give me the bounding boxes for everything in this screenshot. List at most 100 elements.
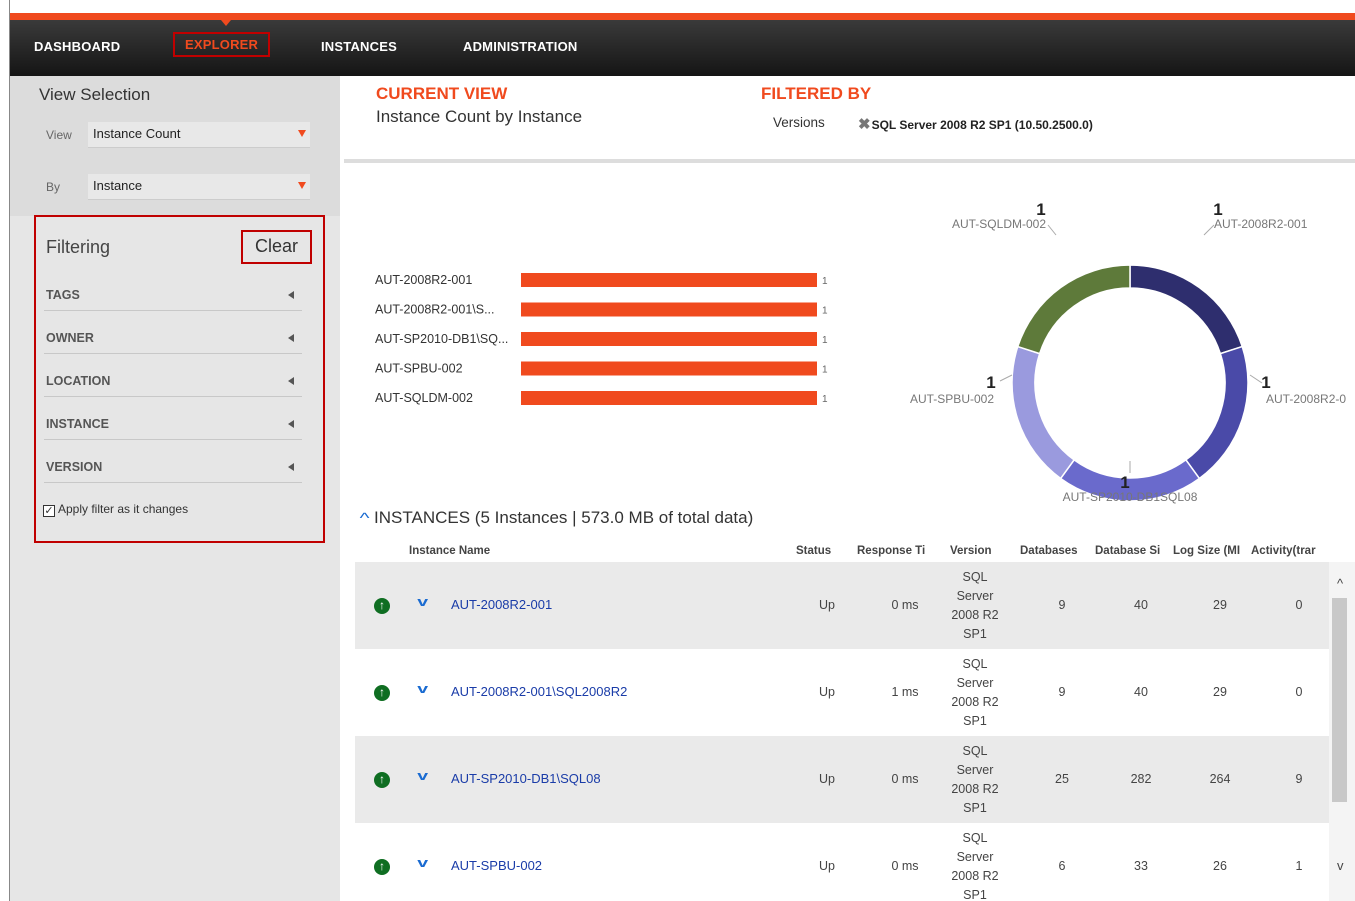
chevron-down-icon[interactable]: v [417, 855, 428, 870]
donut-category-label: AUT-2008R2-0 [1266, 392, 1346, 406]
filtering-panel: Filtering Clear TAGS OWNER LOCATION INST… [34, 215, 325, 543]
apply-filter-option[interactable]: ✓ Apply filter as it changes [43, 502, 188, 517]
caret-left-icon [288, 291, 294, 299]
donut-category-label: AUT-SP2010-DB1SQL08 [1063, 490, 1198, 504]
apply-filter-checkbox[interactable]: ✓ [43, 505, 55, 517]
filter-group-label: VERSION [46, 460, 103, 474]
status-cell: Up [819, 859, 835, 873]
arrow-up-circle-icon: ↑ [374, 859, 390, 875]
instance-name-link[interactable]: AUT-SP2010-DB1\SQL08 [451, 771, 601, 786]
chevron-down-icon[interactable]: v [417, 594, 428, 609]
filter-group-label: INSTANCE [46, 417, 109, 431]
scrollbar-thumb[interactable] [1332, 598, 1347, 802]
column-header-activity[interactable]: Activity(trar [1251, 545, 1333, 557]
column-header-databases[interactable]: Databases [1020, 545, 1094, 557]
instance-name-link[interactable]: AUT-2008R2-001\SQL2008R2 [451, 684, 627, 699]
chevron-down-icon[interactable]: v [417, 768, 428, 783]
column-header-version[interactable]: Version [950, 545, 992, 557]
log-size-cell: 26 [1213, 859, 1227, 873]
table-row[interactable]: ↑ v AUT-SP2010-DB1\SQL08 Up 0 ms SQL Server 200… [355, 736, 1329, 823]
table-row[interactable]: ↑ v AUT-2008R2-001\SQL2008R2 Up 1 ms SQL Serve… [355, 649, 1329, 736]
filter-chip[interactable]: ✖SQL Server 2008 R2 SP1 (10.50.2500.0) [858, 115, 1093, 133]
version-line: Server [956, 589, 994, 603]
column-header-instance-name[interactable]: Instance Name [409, 545, 490, 557]
activity-cell: 1 [1295, 859, 1303, 873]
bar-category-label: AUT-SPBU-002 [375, 362, 463, 376]
nav-explorer[interactable]: EXPLORER [173, 32, 271, 57]
log-size-cell: 29 [1213, 598, 1227, 612]
version-cell: SQL Server 2008 R2 SP1 [943, 568, 1007, 644]
activity-cell: 9 [1295, 772, 1303, 786]
caret-left-icon [288, 420, 294, 428]
column-header-log-size[interactable]: Log Size (MI [1173, 545, 1251, 557]
scroll-down-icon[interactable]: v [1337, 858, 1344, 873]
donut-label-line [999, 374, 1013, 382]
app-frame: DASHBOARD EXPLORER INSTANCES ADMINISTRAT… [9, 0, 1355, 901]
nav-administration[interactable]: ADMINISTRATION [463, 39, 578, 54]
table-scrollbar[interactable]: ^ v [1329, 562, 1355, 901]
response-time-cell: 0 ms [891, 598, 919, 612]
table-row[interactable]: ↑ v AUT-SPBU-002 Up 0 ms SQL Server 2008 R2 SP1 6… [355, 823, 1329, 901]
donut-category-label: AUT-2008R2-001 [1214, 217, 1308, 231]
bar-value-label: 1 [822, 276, 828, 287]
bar-category-label: AUT-2008R2-001 [375, 273, 472, 287]
scroll-up-icon[interactable]: ^ [1337, 576, 1343, 591]
column-header-database-size[interactable]: Database Si [1095, 545, 1173, 557]
bar-value-label: 1 [822, 365, 828, 376]
donut-slice [1016, 264, 1131, 355]
filtered-by-title: FILTERED BY [761, 84, 872, 103]
filtered-by-label: Versions [773, 115, 825, 130]
databases-cell: 9 [1058, 598, 1066, 612]
version-line: SP1 [963, 627, 987, 641]
caret-left-icon [288, 377, 294, 385]
active-nav-caret-icon [221, 20, 231, 26]
database-size-cell: 33 [1134, 859, 1148, 873]
database-size-cell: 282 [1130, 772, 1152, 786]
view-select[interactable]: Instance Count [88, 122, 310, 148]
version-line: SP1 [963, 888, 987, 901]
view-selection-panel: View Selection View Instance Count By In… [10, 76, 340, 216]
column-header-status[interactable]: Status [796, 545, 831, 557]
column-header-response-time[interactable]: Response Ti [857, 545, 937, 557]
log-size-cell: 29 [1213, 685, 1227, 699]
instance-name-link[interactable]: AUT-SPBU-002 [451, 858, 542, 873]
filter-group-instance[interactable]: INSTANCE [44, 410, 302, 440]
close-icon[interactable]: ✖ [858, 116, 871, 133]
by-label: By [46, 180, 61, 194]
donut-category-label: AUT-SQLDM-002 [952, 217, 1046, 231]
donut-slice [1184, 345, 1249, 480]
version-cell: SQL Server 2008 R2 SP1 [943, 655, 1007, 731]
charts-area: AUT-2008R2-001 1 AUT-2008R2-001\S... 1 AUT-S… [375, 200, 1346, 504]
response-time-cell: 1 ms [891, 685, 919, 699]
nav-instances[interactable]: INSTANCES [321, 39, 397, 54]
activity-cell: 0 [1295, 598, 1303, 612]
version-line: SQL [962, 744, 988, 758]
donut-slice [1011, 345, 1076, 480]
caret-left-icon [288, 334, 294, 342]
instances-table: ↑ v AUT-2008R2-001 Up 0 ms SQL Server 2008 R2 SP… [355, 562, 1329, 901]
instances-header-label: INSTANCES (5 Instances | 573.0 MB of tot… [374, 508, 754, 527]
filter-group-version[interactable]: VERSION [44, 453, 302, 483]
instance-name-link[interactable]: AUT-2008R2-001 [451, 597, 552, 612]
bar-category-label: AUT-2008R2-001\S... [375, 303, 495, 317]
filtering-title: Filtering [46, 237, 111, 257]
chevron-up-icon[interactable]: ^ [360, 510, 370, 527]
bar [521, 302, 817, 317]
filter-group-location[interactable]: LOCATION [44, 367, 302, 397]
dropdown-caret-icon [298, 182, 306, 189]
bar-category-label: AUT-SP2010-DB1\SQ... [375, 332, 508, 346]
by-select-value: Instance [93, 178, 143, 193]
response-time-cell: 0 ms [891, 772, 919, 786]
filter-group-owner[interactable]: OWNER [44, 324, 302, 354]
status-cell: Up [819, 685, 835, 699]
donut-slice [1129, 264, 1244, 355]
nav-dashboard[interactable]: DASHBOARD [34, 39, 120, 54]
arrow-up-circle-icon: ↑ [374, 598, 390, 614]
chevron-down-icon[interactable]: v [417, 681, 428, 696]
instances-section-header[interactable]: ^ INSTANCES (5 Instances | 573.0 MB of to… [360, 508, 754, 528]
by-select[interactable]: Instance [88, 174, 310, 200]
clear-filters-button[interactable]: Clear [241, 230, 312, 264]
table-row[interactable]: ↑ v AUT-2008R2-001 Up 0 ms SQL Server 2008 R2 SP… [355, 562, 1329, 649]
filter-group-tags[interactable]: TAGS [44, 281, 302, 311]
bar [521, 391, 817, 405]
